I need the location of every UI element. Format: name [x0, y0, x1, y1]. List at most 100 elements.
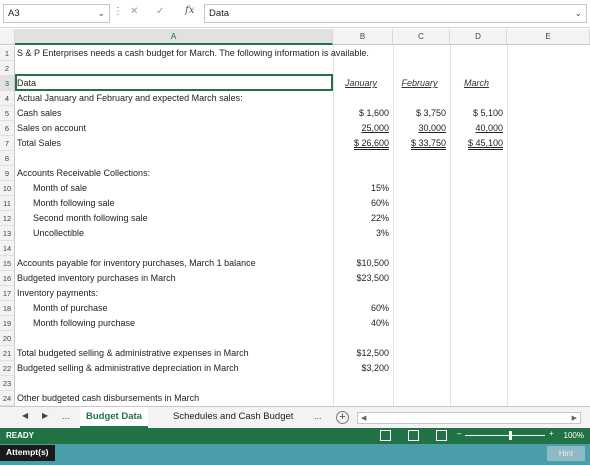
row-header[interactable]: 13 [0, 226, 15, 241]
cell-b[interactable]: 15% [333, 181, 389, 196]
column-header-b[interactable]: B [333, 29, 393, 45]
row-header[interactable]: 22 [0, 361, 15, 376]
cell-d[interactable] [450, 361, 503, 376]
cell-b[interactable] [333, 376, 389, 391]
cell-a[interactable]: Total budgeted selling & administrative … [17, 346, 249, 361]
cell-b[interactable]: 40% [333, 316, 389, 331]
cell-d[interactable] [450, 256, 503, 271]
cell-c[interactable] [393, 286, 446, 301]
cell-b[interactable]: 3% [333, 226, 389, 241]
cell-d[interactable] [450, 286, 503, 301]
cell-d[interactable] [450, 391, 503, 406]
formula-input[interactable]: Data ⌄ [204, 4, 587, 23]
cell-d[interactable] [450, 241, 503, 256]
cell-d[interactable] [450, 271, 503, 286]
zoom-out-icon[interactable]: – [457, 429, 461, 438]
cell-b[interactable]: $12,500 [333, 346, 389, 361]
column-header-d[interactable]: D [450, 29, 507, 45]
cell-d[interactable] [450, 166, 503, 181]
cell-b[interactable] [333, 331, 389, 346]
row-header[interactable]: 8 [0, 151, 15, 166]
row-header[interactable]: 5 [0, 106, 15, 121]
cell-d[interactable]: March [450, 76, 503, 91]
scroll-right-icon[interactable]: ▶ [572, 414, 577, 422]
cell-c[interactable] [393, 61, 446, 76]
cell-d[interactable] [450, 91, 503, 106]
cell-b[interactable] [333, 391, 389, 406]
cell-c[interactable]: 30,000 [393, 121, 446, 136]
row-header[interactable]: 17 [0, 286, 15, 301]
cell-a[interactable]: Month following purchase [17, 316, 135, 331]
row-header[interactable]: 6 [0, 121, 15, 136]
cell-d[interactable] [450, 376, 503, 391]
chevron-down-icon[interactable]: ⌄ [97, 8, 105, 19]
cell-c[interactable] [393, 241, 446, 256]
cell-b[interactable] [333, 91, 389, 106]
zoom-level[interactable]: 100% [564, 431, 584, 440]
scroll-left-icon[interactable]: ◀ [361, 414, 366, 422]
row-header[interactable]: 20 [0, 331, 15, 346]
row-header[interactable]: 21 [0, 346, 15, 361]
row-header[interactable]: 3 [0, 76, 15, 91]
page-layout-view-icon[interactable] [408, 430, 419, 441]
cell-c[interactable] [393, 91, 446, 106]
row-header[interactable]: 24 [0, 391, 15, 406]
enter-icon[interactable]: ✓ [156, 6, 164, 17]
cell-b[interactable] [333, 61, 389, 76]
cell-d[interactable] [450, 151, 503, 166]
cell-d[interactable]: $ 5,100 [450, 106, 503, 121]
cell-b[interactable]: $ 1,600 [333, 106, 389, 121]
cell-b[interactable]: $ 26,600 [333, 136, 389, 151]
cell-a[interactable]: Uncollectible [17, 226, 84, 241]
cell-b[interactable] [333, 46, 389, 61]
cancel-icon[interactable]: ✕ [130, 6, 138, 17]
cell-d[interactable] [450, 196, 503, 211]
row-header[interactable]: 14 [0, 241, 15, 256]
cell-c[interactable] [393, 211, 446, 226]
cell-c[interactable]: $ 3,750 [393, 106, 446, 121]
add-sheet-icon[interactable]: + [336, 411, 349, 424]
cell-d[interactable] [450, 331, 503, 346]
scroll-tabs-left-icon[interactable]: ◀ [22, 411, 28, 420]
cell-c[interactable] [393, 346, 446, 361]
row-header[interactable]: 1 [0, 46, 15, 61]
cell-c[interactable] [393, 46, 446, 61]
cell-a[interactable]: Accounts Receivable Collections: [17, 166, 150, 181]
cell-c[interactable] [393, 391, 446, 406]
column-header-a[interactable]: A [15, 29, 333, 45]
cell-a[interactable]: Other budgeted cash disbursements in Mar… [17, 391, 199, 406]
cell-d[interactable] [450, 301, 503, 316]
cell-a[interactable]: Accounts payable for inventory purchases… [17, 256, 256, 271]
zoom-slider[interactable] [465, 435, 545, 436]
cell-b[interactable]: 60% [333, 196, 389, 211]
cell-c[interactable] [393, 151, 446, 166]
zoom-slider-handle[interactable] [509, 431, 512, 440]
cell-c[interactable] [393, 361, 446, 376]
more-tabs-left[interactable]: ... [62, 411, 70, 421]
cell-c[interactable] [393, 376, 446, 391]
row-header[interactable]: 11 [0, 196, 15, 211]
cell-b[interactable]: $23,500 [333, 271, 389, 286]
cell-a[interactable]: Actual January and February and expected… [17, 91, 243, 106]
scroll-tabs-right-icon[interactable]: ▶ [42, 411, 48, 420]
cell-c[interactable] [393, 226, 446, 241]
cell-b[interactable]: 22% [333, 211, 389, 226]
cell-c[interactable] [393, 301, 446, 316]
cell-b[interactable] [333, 151, 389, 166]
cell-c[interactable] [393, 316, 446, 331]
column-header-c[interactable]: C [393, 29, 450, 45]
cell-b[interactable]: 25,000 [333, 121, 389, 136]
cell-c[interactable] [393, 166, 446, 181]
row-header[interactable]: 2 [0, 61, 15, 76]
zoom-in-icon[interactable]: + [549, 429, 554, 438]
cell-a[interactable]: Budgeted selling & administrative deprec… [17, 361, 239, 376]
cell-d[interactable]: $ 45,100 [450, 136, 503, 151]
cell-c[interactable] [393, 196, 446, 211]
name-box[interactable]: A3 ⌄ [3, 4, 110, 23]
select-all-corner[interactable] [0, 29, 15, 45]
row-header[interactable]: 19 [0, 316, 15, 331]
cell-c[interactable] [393, 256, 446, 271]
cell-b[interactable] [333, 166, 389, 181]
cell-b[interactable] [333, 286, 389, 301]
cell-c[interactable] [393, 181, 446, 196]
